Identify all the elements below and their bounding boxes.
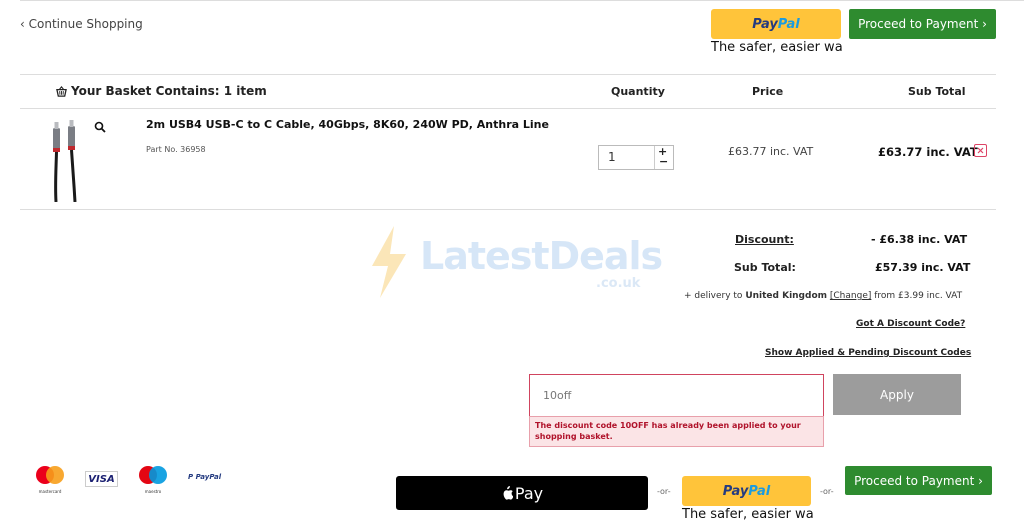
- apple-icon: [503, 486, 513, 500]
- column-header-price: Price: [752, 85, 784, 98]
- paypal-small-logo: P PayPal: [188, 473, 221, 481]
- show-discount-codes-link[interactable]: Show Applied & Pending Discount Codes: [765, 348, 971, 358]
- paypal-tagline-bottom: The safer, easier wa: [682, 507, 814, 522]
- subtotal-value: £57.39 inc. VAT: [875, 261, 971, 274]
- discount-error-message: The discount code 10OFF has already been…: [529, 416, 824, 447]
- paypal-small-label: PayPal: [195, 473, 222, 481]
- maestro-logo: maestro: [137, 465, 169, 494]
- discount-label[interactable]: Discount:: [735, 233, 794, 246]
- product-subtotal: £63.77 inc. VAT: [878, 145, 978, 159]
- product-image[interactable]: [45, 120, 85, 203]
- mastercard-label: mastercard: [38, 489, 62, 494]
- visa-logo: VISA: [85, 471, 118, 487]
- paypal-pay-text: Pay: [752, 16, 778, 32]
- watermark-bolt-icon: [368, 226, 410, 302]
- paypal-button-bottom[interactable]: Pay Pal: [682, 476, 811, 506]
- got-discount-code-link[interactable]: Got A Discount Code?: [856, 319, 965, 329]
- basket-bottom-divider: [20, 209, 996, 210]
- discount-value: - £6.38 inc. VAT: [871, 233, 968, 246]
- paypal-tagline-top: The safer, easier wa: [711, 40, 843, 55]
- paypal-button-top[interactable]: Pay Pal: [711, 9, 841, 39]
- quantity-value[interactable]: 1: [608, 150, 616, 164]
- subtotal-label: Sub Total:: [734, 261, 796, 274]
- or-separator-1: -or-: [657, 487, 671, 496]
- basket-title: Your Basket Contains: 1 item: [56, 84, 267, 98]
- watermark-domain: .co.uk: [596, 276, 641, 291]
- discount-code-input[interactable]: 10off: [529, 374, 824, 417]
- quantity-stepper[interactable]: 1 + −: [598, 145, 674, 170]
- paypal-pal-text-bottom: Pal: [748, 483, 771, 499]
- basket-header-divider: [20, 108, 996, 109]
- delivery-suffix: from £3.99 inc. VAT: [871, 291, 963, 301]
- decrement-button[interactable]: −: [659, 155, 668, 168]
- remove-item-icon[interactable]: [974, 144, 987, 157]
- discount-code-value[interactable]: 10off: [543, 389, 571, 402]
- delivery-info: + delivery to United Kingdom [Change] fr…: [684, 291, 962, 301]
- maestro-label: maestro: [144, 489, 162, 494]
- paypal-pal-text: Pal: [777, 16, 800, 32]
- delivery-country: United Kingdom: [745, 291, 828, 301]
- apple-pay-label: Pay: [514, 483, 544, 503]
- zoom-image-icon[interactable]: [94, 118, 106, 137]
- basket-icon: [56, 85, 67, 97]
- proceed-to-payment-button-top[interactable]: Proceed to Payment ›: [849, 9, 996, 39]
- continue-shopping-link[interactable]: ‹ Continue Shopping: [20, 17, 143, 31]
- product-price: £63.77 inc. VAT: [728, 145, 814, 158]
- stepper-divider: [654, 146, 655, 169]
- basket-title-text: Your Basket Contains: 1 item: [71, 84, 267, 98]
- product-name-link[interactable]: 2m USB4 USB-C to C Cable, 40Gbps, 8K60, …: [146, 118, 549, 131]
- or-separator-2: -or-: [820, 487, 834, 496]
- column-header-quantity: Quantity: [611, 85, 665, 98]
- apply-button[interactable]: Apply: [833, 374, 961, 415]
- paypal-small-p-icon: P: [188, 473, 194, 481]
- paypal-pay-text-bottom: Pay: [722, 483, 749, 499]
- product-part-number: Part No. 36958: [146, 145, 206, 154]
- change-country-link[interactable]: [Change]: [830, 291, 871, 301]
- column-header-subtotal: Sub Total: [908, 85, 966, 98]
- delivery-prefix: + delivery to: [684, 291, 746, 301]
- top-divider: [20, 0, 1024, 1]
- apple-pay-button[interactable]: Pay: [396, 476, 648, 510]
- proceed-to-payment-button-bottom[interactable]: Proceed to Payment ›: [845, 466, 992, 495]
- basket-top-divider: [20, 74, 996, 75]
- mastercard-logo: mastercard: [34, 465, 66, 494]
- watermark-logo: LatestDeals: [420, 234, 663, 278]
